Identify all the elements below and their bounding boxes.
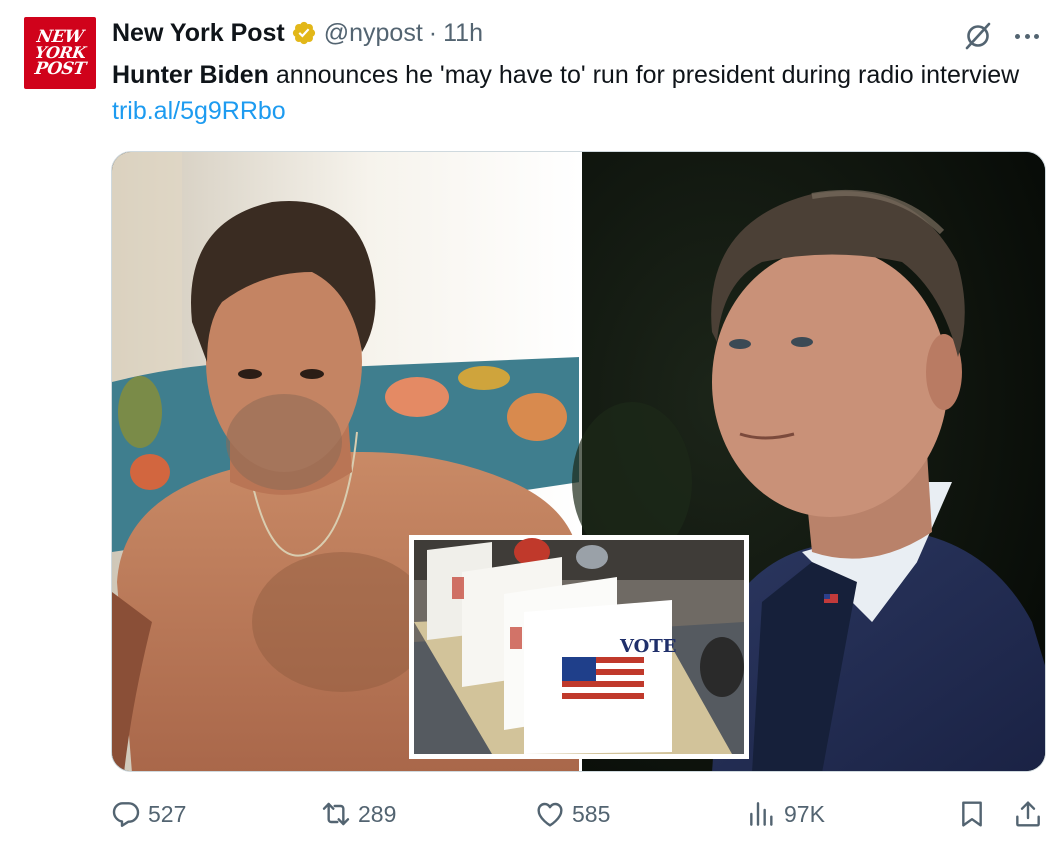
nypost-logo: NEW YORK POST xyxy=(33,27,87,79)
inset-flag xyxy=(562,657,644,705)
views-count: 97K xyxy=(784,800,825,827)
reply-count: 527 xyxy=(148,800,187,827)
more-icon[interactable] xyxy=(1011,22,1043,50)
share-icon xyxy=(1016,801,1040,827)
bookmark-icon xyxy=(962,801,982,827)
share-button[interactable] xyxy=(1012,790,1044,838)
views-icon xyxy=(750,802,773,826)
avatar[interactable]: NEW YORK POST xyxy=(24,17,96,89)
views-button[interactable]: 97K xyxy=(746,790,825,838)
display-name[interactable]: New York Post xyxy=(112,19,285,48)
like-button[interactable]: 585 xyxy=(534,790,610,838)
like-count: 585 xyxy=(572,800,611,827)
timestamp[interactable]: 11h xyxy=(443,19,483,48)
reply-button[interactable]: 527 xyxy=(110,790,186,838)
tweet-header: New York Post @nypost · 11h xyxy=(112,16,483,50)
action-bar: 527 289 585 97K xyxy=(0,790,1064,838)
tweet-media-image[interactable]: VOTE xyxy=(111,151,1046,772)
tweet-bold-text: Hunter Biden xyxy=(112,61,269,89)
retweet-button[interactable]: 289 xyxy=(320,790,396,838)
like-icon xyxy=(537,802,563,827)
verified-badge-icon xyxy=(292,21,315,45)
reply-icon xyxy=(112,802,140,827)
inset-vote-text: VOTE xyxy=(619,636,676,657)
bookmark-button[interactable] xyxy=(956,790,988,838)
separator-dot: · xyxy=(428,18,438,47)
inset-photo: VOTE xyxy=(409,535,749,759)
tweet-text: Hunter Biden announces he 'may have to' … xyxy=(112,57,1042,129)
handle[interactable]: @nypost xyxy=(324,19,423,48)
media-collage: VOTE xyxy=(112,152,1045,771)
retweet-count: 289 xyxy=(358,800,397,827)
grok-icon[interactable] xyxy=(962,20,994,52)
tweet-link[interactable]: trib.al/5g9RRbo xyxy=(112,97,286,125)
tweet-body-text: announces he 'may have to' run for presi… xyxy=(268,61,1020,89)
retweet-icon xyxy=(322,802,350,826)
